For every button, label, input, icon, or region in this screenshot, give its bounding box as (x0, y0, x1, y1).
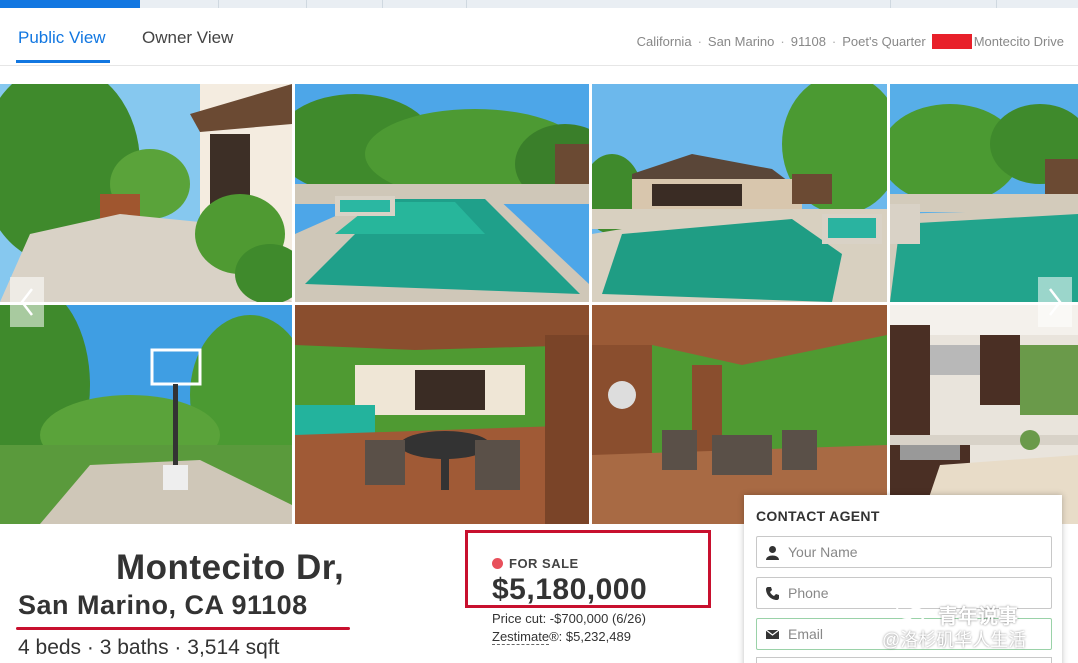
status-badge: FOR SALE (492, 556, 579, 571)
gallery-photo-driveway[interactable] (0, 84, 292, 302)
gallery-prev-button[interactable] (10, 277, 44, 327)
highlight-underline (16, 627, 350, 630)
watermark-handle: @洛杉矶华人生活 (882, 630, 1027, 650)
top-nav-divider (890, 0, 891, 8)
zestimate-label[interactable]: Zestimate (492, 629, 550, 645)
active-tab-indicator (16, 60, 110, 63)
envelope-icon (765, 629, 780, 639)
status-label: FOR SALE (509, 556, 579, 571)
breadcrumb-zip[interactable]: 91108 (791, 34, 826, 49)
name-field[interactable] (756, 536, 1052, 568)
top-nav-divider (466, 0, 467, 8)
tab-public-view[interactable]: Public View (18, 28, 106, 48)
address-street: Montecito Dr, (116, 548, 345, 587)
gallery-photo-house-pool[interactable] (592, 84, 887, 302)
top-nav-divider (382, 0, 383, 8)
watermark: 青年说事 @洛杉矶华人生活 (880, 598, 1072, 654)
zestimate-value: ®: $5,232,489 (549, 629, 631, 644)
listing-price: $5,180,000 (492, 573, 648, 606)
breadcrumb-street[interactable]: Montecito Drive (974, 34, 1064, 49)
zestimate: Zestimate®: $5,232,489 (492, 629, 631, 645)
watermark-title: 青年说事 (938, 606, 1018, 628)
status-dot-icon (492, 558, 503, 569)
name-input[interactable] (788, 544, 1028, 560)
tab-owner-view[interactable]: Owner View (142, 28, 233, 48)
price-cut-note: Price cut: -$700,000 (6/26) (492, 611, 646, 626)
gallery-next-button[interactable] (1038, 277, 1072, 327)
gallery-photo-kitchen[interactable] (890, 305, 1078, 524)
top-nav-divider (218, 0, 219, 8)
address-city-line: San Marino, CA 91108 (18, 590, 308, 620)
home-stats: 4 beds · 3 baths · 3,514 sqft (18, 636, 280, 659)
contact-agent-title: CONTACT AGENT (756, 508, 880, 524)
gallery-photo-pool[interactable] (295, 84, 589, 302)
redaction-mark (931, 34, 972, 49)
breadcrumb-state[interactable]: California (637, 34, 692, 49)
breadcrumb-separator: · (831, 34, 837, 49)
breadcrumb-separator: · (780, 34, 785, 49)
gallery-photo-pergola-patio[interactable] (592, 305, 887, 524)
gallery-photo-pool-side[interactable] (890, 84, 1078, 302)
breadcrumb-city[interactable]: San Marino (708, 34, 774, 49)
breadcrumb-separator: · (697, 34, 702, 49)
gallery-photo-patio[interactable] (295, 305, 589, 524)
top-nav-divider (306, 0, 307, 8)
price-highlight-box: FOR SALE $5,180,000 (465, 530, 711, 608)
top-nav-active-segment[interactable] (0, 0, 140, 8)
message-field[interactable] (756, 657, 1052, 663)
phone-icon (766, 586, 779, 600)
top-nav-divider (996, 0, 997, 8)
photo-gallery (0, 84, 1078, 524)
gallery-photo-basketball-hoop[interactable] (0, 305, 292, 524)
user-icon (766, 545, 779, 560)
view-tabs-bar: Public View Owner View California · San … (0, 8, 1078, 66)
wechat-icon (896, 601, 925, 623)
chevron-right-icon (1049, 288, 1062, 316)
top-nav-strip (0, 0, 1078, 8)
chevron-left-icon (20, 288, 33, 316)
breadcrumb: California · San Marino · 91108 · Poet's… (637, 34, 1064, 49)
breadcrumb-neighborhood[interactable]: Poet's Quarter (842, 34, 925, 49)
